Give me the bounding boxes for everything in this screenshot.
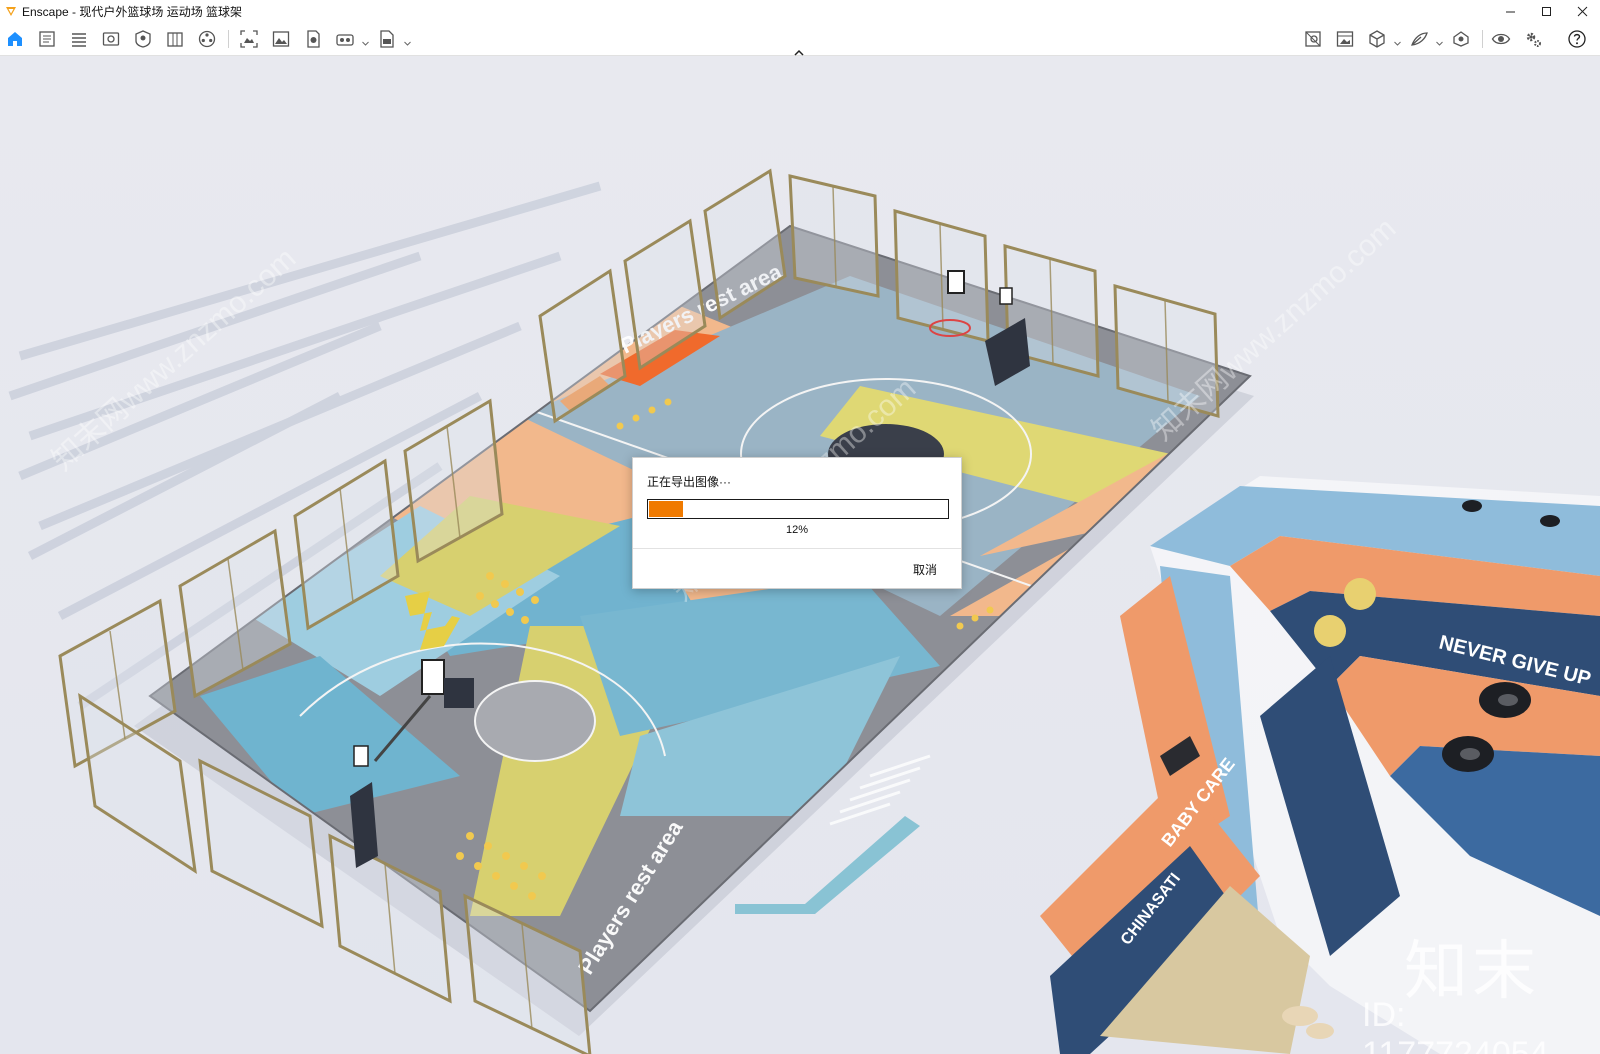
home-button[interactable] [4,28,26,50]
asset-library-icon [135,30,151,48]
material-dropdown[interactable] [1393,35,1402,46]
atmosphere-button[interactable] [1408,28,1430,50]
render-image-icon [240,30,258,48]
export-progress-bar [647,499,949,519]
atmosphere-icon [1411,32,1428,46]
title-bar: Enscape - 现代户外篮球场 运动场 篮球架 [0,0,1600,22]
toolbar [0,22,1600,56]
dialog-divider [633,548,961,549]
material-cube-icon [1369,30,1385,48]
help-icon [1568,30,1586,48]
cancel-button[interactable]: 取消 [913,561,937,578]
site-context-button[interactable] [1302,28,1324,50]
collaboration-button[interactable] [1450,28,1472,50]
window-title: Enscape - 现代户外篮球场 运动场 篮球架 [22,4,243,19]
export-exe-icon [380,30,394,48]
views-icon [72,33,86,47]
window-controls [1492,0,1600,22]
settings-icon [1526,32,1541,47]
toolbar-separator [1482,30,1483,48]
close-button[interactable] [1564,0,1600,22]
render-panorama-icon [307,30,320,48]
video-editor-icon [198,30,216,48]
site-context-icon [1305,31,1321,47]
chevron-down-icon [1394,41,1401,46]
export-exe-dropdown[interactable] [403,35,412,46]
maximize-button[interactable] [1528,0,1564,22]
screenshot-button[interactable] [100,28,122,50]
asset-library-button[interactable] [132,28,154,50]
manual-icon [39,31,55,47]
export-progress-dialog: 正在导出图像··· 12% 取消 [632,457,962,589]
watermark-id: ID: 1177724054 [1362,996,1549,1054]
visual-settings-icon [1491,33,1511,45]
material-cube-button[interactable] [1366,28,1388,50]
visual-settings-button[interactable] [1490,28,1512,50]
render-panorama-button[interactable] [302,28,324,50]
image-export-button[interactable] [1334,28,1356,50]
render-image-button[interactable] [238,28,260,50]
export-exe-button[interactable] [376,28,398,50]
dialog-title: 正在导出图像··· [647,475,731,489]
chevron-down-icon [362,41,369,46]
atmosphere-dropdown[interactable] [1435,35,1444,46]
minimize-button[interactable] [1492,0,1528,22]
collapse-toolbar-button[interactable] [791,45,807,56]
image-export-icon [1336,31,1354,47]
chevron-down-icon [1436,41,1443,46]
chevron-down-icon [404,41,411,46]
export-vr-icon [336,34,354,46]
screenshot-icon [102,32,120,46]
close-icon [1577,6,1587,16]
batch-render-icon [272,31,290,47]
video-editor-button[interactable] [196,28,218,50]
material-editor-button[interactable] [164,28,186,50]
export-vr-button[interactable] [334,28,356,50]
progress-percent-label: 12% [785,524,809,536]
toolbar-separator [228,30,229,48]
progress-fill [649,501,683,517]
export-vr-dropdown[interactable] [361,35,370,46]
maximize-icon [1541,6,1551,16]
manual-button[interactable] [36,28,58,50]
material-editor-icon [167,32,183,47]
batch-render-button[interactable] [270,28,292,50]
minimize-icon [1505,11,1515,12]
home-icon [8,32,22,46]
collaboration-icon [1453,31,1469,47]
views-button[interactable] [68,28,90,50]
enscape-logo-icon [6,7,16,16]
settings-button[interactable] [1522,28,1544,50]
help-button[interactable] [1566,28,1588,50]
